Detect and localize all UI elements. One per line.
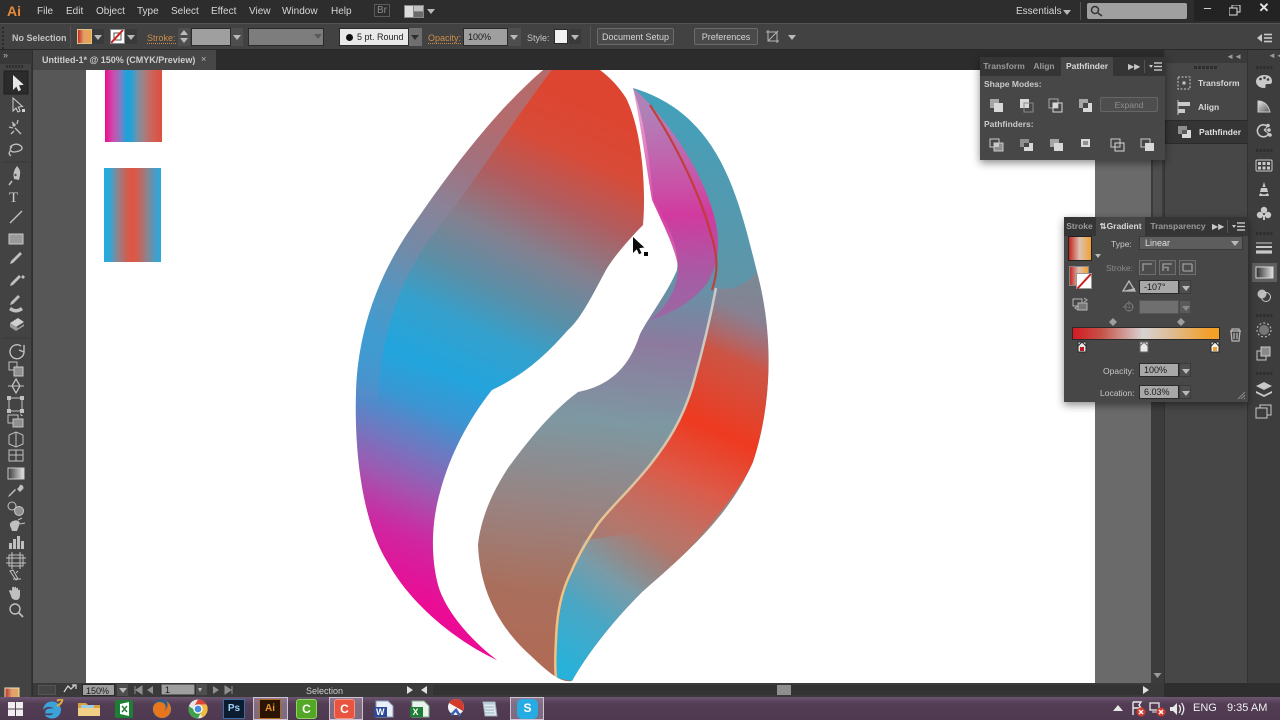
svg-text:1: 1 (165, 685, 170, 695)
svg-text:W: W (376, 707, 385, 717)
svg-text:X: X (413, 707, 419, 717)
svg-text:◄◄: ◄◄ (1268, 51, 1280, 60)
svg-text:T: T (9, 190, 18, 206)
